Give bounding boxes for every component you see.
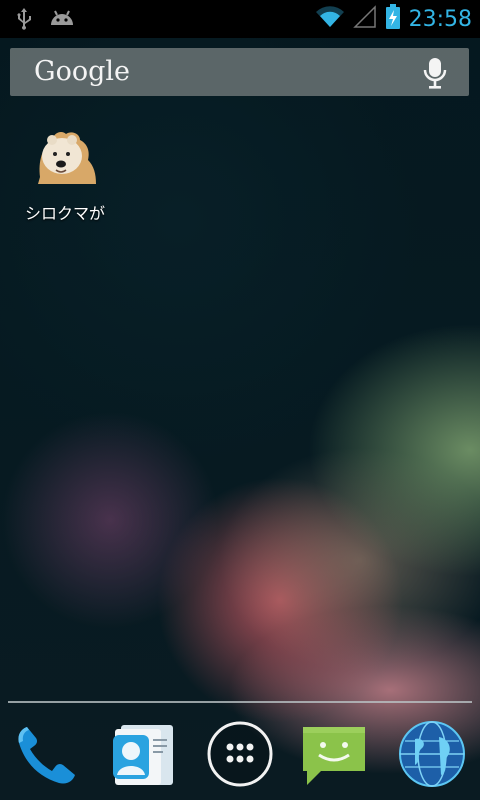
battery-charging-icon bbox=[385, 4, 401, 34]
microphone-icon[interactable] bbox=[421, 56, 449, 94]
usb-icon bbox=[14, 6, 34, 34]
android-debug-icon bbox=[48, 7, 76, 33]
cell-signal-icon bbox=[352, 5, 377, 33]
dock bbox=[0, 708, 480, 800]
contacts-icon[interactable] bbox=[106, 718, 178, 790]
app-drawer-icon[interactable] bbox=[204, 718, 276, 790]
dock-divider bbox=[8, 701, 472, 703]
status-bar: 23:58 bbox=[0, 0, 480, 38]
app-label: シロクマが bbox=[24, 204, 105, 223]
wallpaper bbox=[0, 0, 480, 800]
wifi-icon bbox=[315, 5, 345, 33]
browser-globe-icon[interactable] bbox=[396, 718, 468, 790]
status-clock: 23:58 bbox=[408, 6, 472, 32]
phone-icon[interactable] bbox=[10, 718, 82, 790]
google-logo[interactable]: Google bbox=[34, 56, 130, 87]
messaging-icon[interactable] bbox=[298, 718, 370, 790]
google-search-bar[interactable]: Google bbox=[10, 48, 469, 96]
polar-bear-icon[interactable] bbox=[30, 122, 100, 192]
home-app-shortcut[interactable]: シロクマが bbox=[10, 122, 120, 224]
